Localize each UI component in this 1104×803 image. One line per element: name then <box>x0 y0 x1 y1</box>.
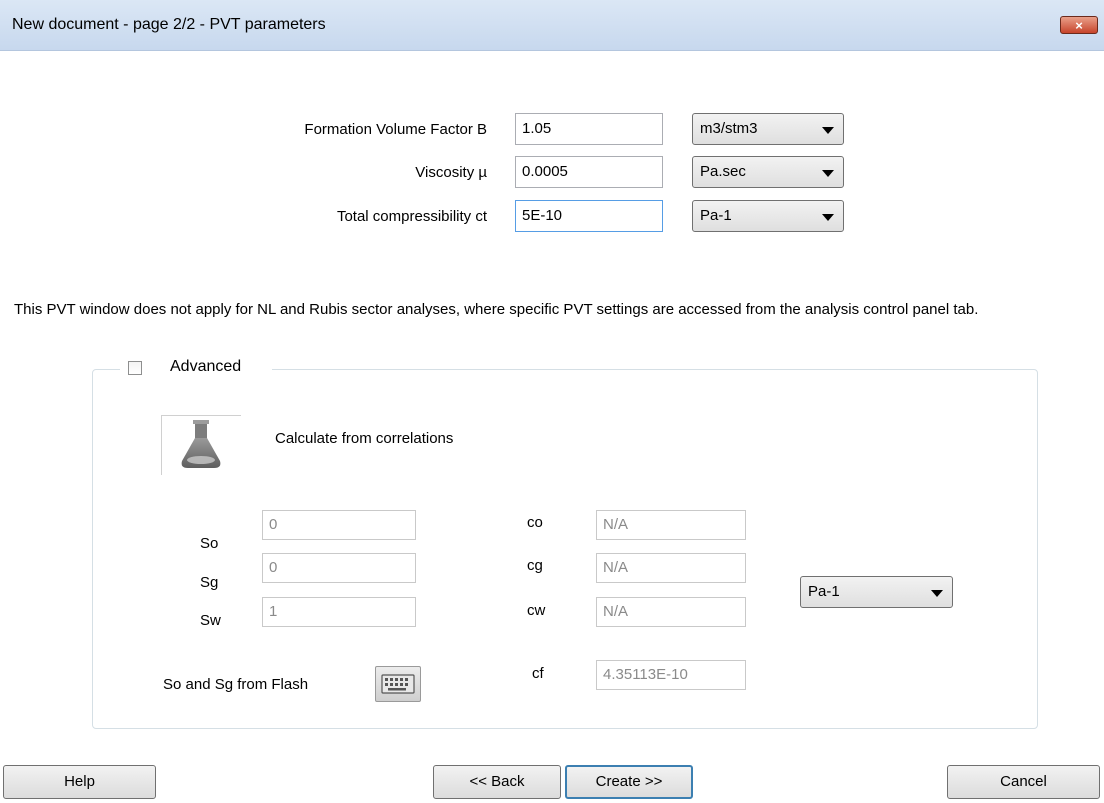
chevron-down-icon <box>822 127 834 134</box>
create-button[interactable]: Create >> <box>565 765 693 799</box>
advanced-unit-value: Pa-1 <box>808 583 840 600</box>
fvf-input[interactable]: 1.05 <box>515 113 663 145</box>
viscosity-unit-value: Pa.sec <box>700 163 746 180</box>
fvf-label: Formation Volume Factor B <box>304 121 487 138</box>
correlations-label: Calculate from correlations <box>275 430 454 447</box>
co-label: co <box>527 514 543 531</box>
keyboard-icon <box>381 674 415 694</box>
chevron-down-icon <box>822 214 834 221</box>
viscosity-unit-select[interactable]: Pa.sec <box>692 156 844 188</box>
co-input[interactable]: N/A <box>596 510 746 540</box>
so-input[interactable]: 0 <box>262 510 416 540</box>
chevron-down-icon <box>931 590 943 597</box>
sw-label: Sw <box>200 612 221 629</box>
sw-input[interactable]: 1 <box>262 597 416 627</box>
cw-label: cw <box>527 602 546 619</box>
cf-input[interactable]: 4.35113E-10 <box>596 660 746 690</box>
back-button[interactable]: << Back <box>433 765 561 799</box>
sg-label: Sg <box>200 574 219 591</box>
cg-label: cg <box>527 557 543 574</box>
close-icon[interactable]: × <box>1060 16 1098 34</box>
title-bar: New document - page 2/2 - PVT parameters… <box>0 0 1104 51</box>
fvf-unit-value: m3/stm3 <box>700 120 758 137</box>
viscosity-label: Viscosity µ <box>415 164 487 181</box>
compressibility-label: Total compressibility ct <box>336 208 487 225</box>
flash-button[interactable] <box>375 666 421 702</box>
cg-input[interactable]: N/A <box>596 553 746 583</box>
advanced-checkbox-row[interactable]: Advanced <box>120 357 272 381</box>
window-title: New document - page 2/2 - PVT parameters <box>12 16 326 33</box>
compressibility-unit-value: Pa-1 <box>700 207 732 224</box>
flask-icon <box>181 420 221 468</box>
compressibility-input[interactable]: 5E-10 <box>515 200 663 232</box>
cf-label: cf <box>532 665 544 682</box>
advanced-checkbox[interactable] <box>128 361 142 375</box>
cw-input[interactable]: N/A <box>596 597 746 627</box>
flash-label: So and Sg from Flash <box>163 676 309 693</box>
compressibility-unit-select[interactable]: Pa-1 <box>692 200 844 232</box>
advanced-unit-select[interactable]: Pa-1 <box>800 576 953 608</box>
fvf-unit-select[interactable]: m3/stm3 <box>692 113 844 145</box>
pvt-description: This PVT window does not apply for NL an… <box>14 301 979 318</box>
cancel-button[interactable]: Cancel <box>947 765 1100 799</box>
so-label: So <box>200 535 219 552</box>
calculate-correlations-button[interactable] <box>161 415 241 475</box>
viscosity-input[interactable]: 0.0005 <box>515 156 663 188</box>
advanced-label: Advanced <box>170 358 242 375</box>
chevron-down-icon <box>822 170 834 177</box>
sg-input[interactable]: 0 <box>262 553 416 583</box>
help-button[interactable]: Help <box>3 765 156 799</box>
